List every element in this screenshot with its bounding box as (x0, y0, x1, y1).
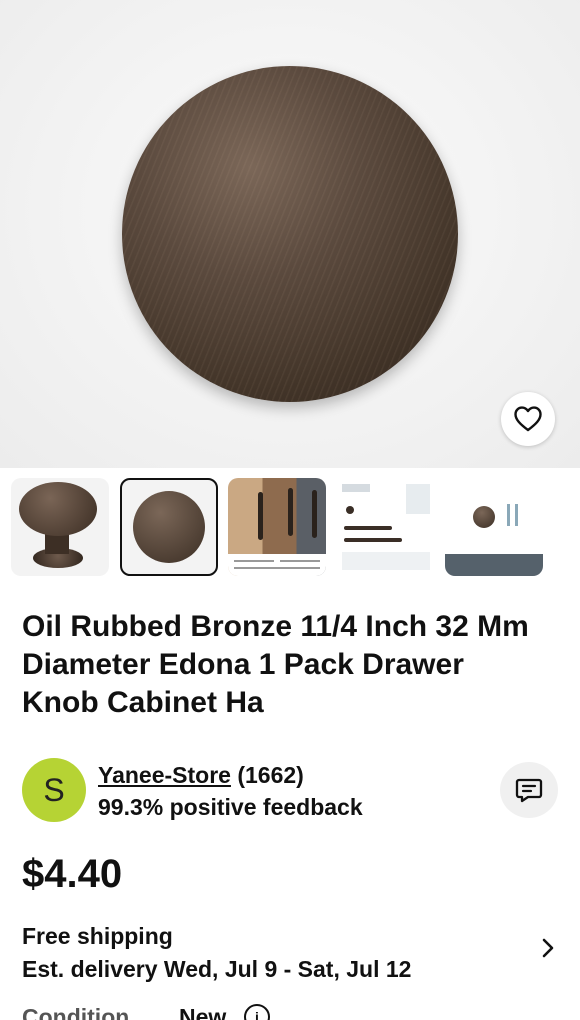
thumbnail-5[interactable] (445, 478, 543, 576)
info-strip (228, 554, 326, 576)
pull-handle (258, 492, 263, 540)
screw (515, 504, 518, 526)
shipping-row[interactable]: Free shipping Est. delivery Wed, Jul 9 -… (22, 920, 558, 986)
thumbnail-3[interactable] (228, 478, 326, 576)
knob-head (19, 482, 97, 536)
product-main-image[interactable] (0, 0, 580, 468)
knob-photo (122, 66, 458, 402)
seller-rating-count: (1662) (237, 762, 304, 788)
pull-handle (288, 488, 293, 536)
product-title: Oil Rubbed Bronze 11/4 Inch 32 Mm Diamet… (22, 610, 529, 719)
favorite-button[interactable] (501, 392, 555, 446)
knob-front (133, 491, 205, 563)
thumbnail-strip[interactable] (0, 478, 580, 578)
condition-label: Condition (22, 1004, 130, 1020)
seller-feedback: 99.3% positive feedback (98, 794, 363, 820)
thumbnail-6-partial[interactable] (553, 478, 580, 576)
shipping-title: Free shipping (22, 923, 173, 949)
hardware-band (445, 554, 543, 576)
chat-bubble-icon (515, 778, 543, 803)
seller-name-row[interactable]: Yanee-Store (1662) (98, 760, 304, 790)
message-seller-button[interactable] (500, 762, 558, 818)
info-icon[interactable]: i (244, 1004, 270, 1020)
thumbnail-1[interactable] (11, 478, 109, 576)
delivery-estimate: Est. delivery Wed, Jul 9 - Sat, Jul 12 (22, 956, 412, 982)
thumbnail-2-selected[interactable] (120, 478, 218, 576)
product-price: $4.40 (22, 852, 123, 896)
screw (507, 504, 510, 526)
seller-name-link[interactable]: Yanee-Store (98, 762, 231, 788)
condition-row[interactable]: Condition New i (22, 1000, 558, 1020)
pull-handle (312, 490, 317, 538)
heart-outline-icon (514, 406, 542, 432)
thumbnail-4[interactable] (336, 478, 434, 576)
knob-ball (473, 506, 495, 528)
chevron-right-icon[interactable] (538, 936, 558, 960)
seller-avatar[interactable]: S (22, 758, 86, 822)
condition-value: New (179, 1004, 227, 1020)
seller-info[interactable]: S Yanee-Store (1662) 99.3% positive feed… (22, 758, 558, 824)
